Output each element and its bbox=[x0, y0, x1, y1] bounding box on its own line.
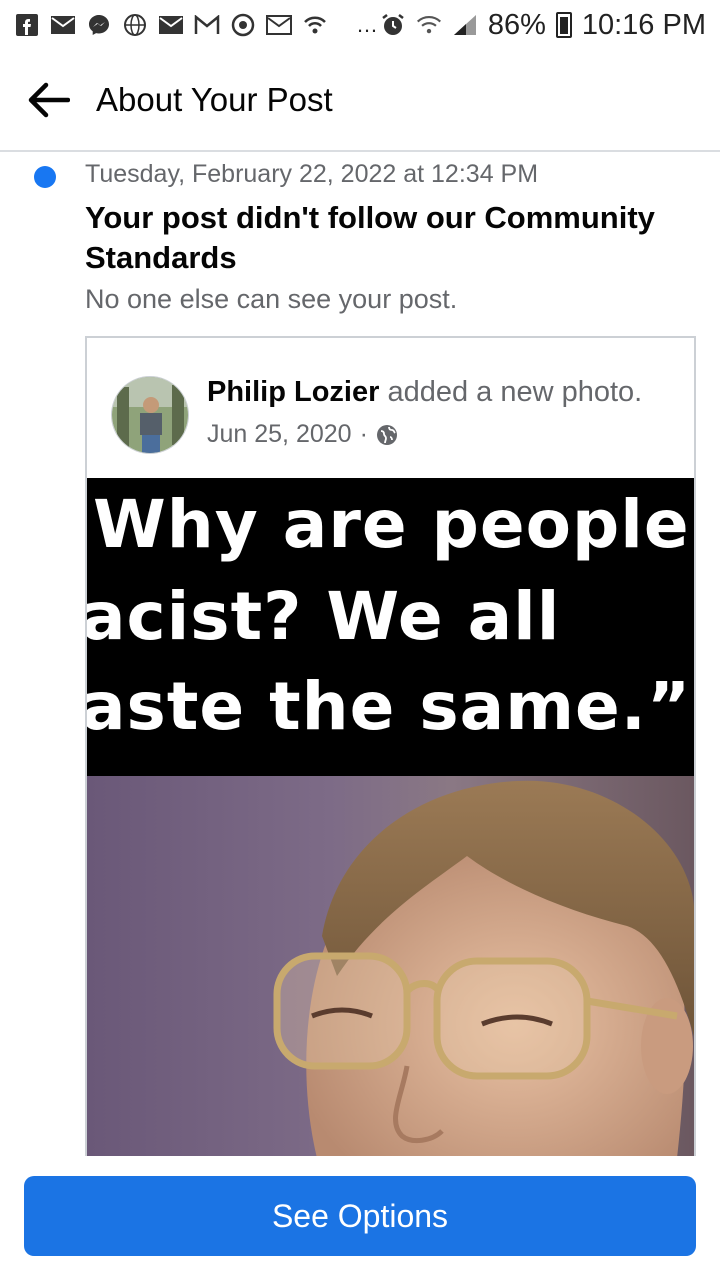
notice-subtext: No one else can see your post. bbox=[85, 284, 458, 314]
battery-percentage: 86% bbox=[487, 8, 546, 41]
mail-icon bbox=[50, 12, 76, 38]
system-status: 86% 10:16 PM bbox=[380, 9, 706, 42]
post-date[interactable]: Jun 25, 2020 bbox=[207, 420, 352, 449]
app-header: About Your Post bbox=[0, 50, 720, 152]
author-name[interactable]: Philip Lozier bbox=[207, 376, 379, 408]
mail-icon bbox=[158, 12, 184, 38]
notice-headline: Your post didn't follow our Community St… bbox=[85, 200, 655, 275]
wifi-icon bbox=[416, 12, 442, 38]
back-button[interactable] bbox=[0, 50, 96, 150]
mail-icon bbox=[266, 12, 292, 38]
clock: 10:16 PM bbox=[581, 8, 706, 41]
signal-icon bbox=[452, 12, 478, 38]
unread-indicator bbox=[34, 166, 56, 188]
alarm-icon bbox=[380, 12, 406, 38]
messenger-icon bbox=[86, 12, 112, 38]
meme-image bbox=[87, 776, 694, 1156]
post-photo[interactable]: Why are people acist? We all aste the sa… bbox=[87, 478, 694, 1156]
more-notifications-indicator: … bbox=[356, 12, 379, 37]
meme-line: acist? We all bbox=[87, 578, 561, 655]
notice-date: Tuesday, February 22, 2022 at 12:34 PM bbox=[85, 160, 539, 188]
globe-icon bbox=[122, 12, 148, 38]
see-options-button[interactable]: See Options bbox=[24, 1176, 696, 1256]
meme-line: aste the same.” bbox=[87, 668, 692, 745]
post-author-line: Philip Lozier added a new photo. bbox=[207, 376, 642, 409]
gmail-icon bbox=[194, 12, 220, 38]
page-title: About Your Post bbox=[96, 81, 333, 118]
avatar[interactable] bbox=[111, 376, 189, 454]
facebook-icon bbox=[14, 12, 40, 38]
post-meta: Jun 25, 2020 · bbox=[207, 420, 398, 449]
battery-icon bbox=[555, 12, 572, 38]
meme-line: Why are people bbox=[93, 486, 690, 563]
notification-icons: … bbox=[14, 12, 379, 38]
post-card[interactable]: Philip Lozier added a new photo. Jun 25,… bbox=[85, 336, 696, 1156]
meta-separator: · bbox=[359, 420, 368, 448]
globe-icon bbox=[376, 424, 397, 445]
post-action: added a new photo. bbox=[387, 376, 643, 408]
wifi-calling-icon bbox=[302, 12, 328, 38]
chrome-icon bbox=[230, 12, 256, 38]
arrow-left-icon bbox=[28, 82, 70, 118]
status-bar: … 86% 10:16 PM bbox=[0, 0, 720, 50]
meme-caption: Why are people acist? We all aste the sa… bbox=[87, 478, 694, 776]
